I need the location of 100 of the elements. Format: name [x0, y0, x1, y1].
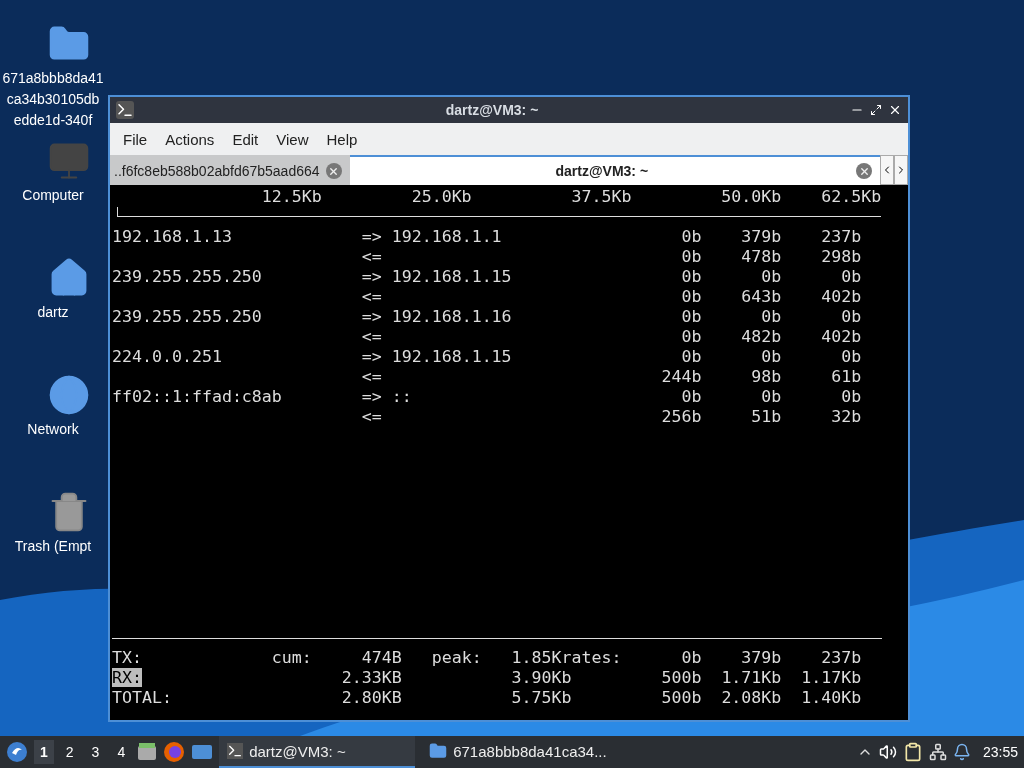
clock: 23:55 [982, 744, 1018, 760]
rate-value: 0b [841, 307, 862, 326]
cum-value: 474B [361, 648, 402, 667]
terminal-icon [116, 101, 134, 119]
direction-arrow: => [361, 267, 382, 286]
rate-value: 0b [761, 387, 782, 406]
direction-arrow: => [361, 307, 382, 326]
peer-address: 192.168.1.1 [391, 227, 502, 246]
cum-value: 2.80KB [341, 688, 402, 707]
rate-value: 237b [821, 227, 862, 246]
tab[interactable]: dartz@VM3: ~ [349, 155, 880, 185]
rate-value: 379b [741, 648, 782, 667]
scale-label: 25.0Kb [411, 187, 472, 206]
rate-value: 61b [831, 367, 862, 386]
rate-value: 0b [681, 347, 702, 366]
volume-icon[interactable] [878, 743, 897, 761]
peak-label: peak: [431, 648, 482, 667]
peer-address: 192.168.1.15 [391, 267, 512, 286]
direction-arrow: <= [361, 327, 382, 346]
rate-value: 0b [761, 347, 782, 366]
rate-value: 0b [681, 287, 702, 306]
direction-arrow: => [361, 347, 382, 366]
icon-label: Trash (Empt [14, 538, 92, 555]
workspace-button[interactable]: 3 [85, 740, 106, 764]
total-label: RX: [112, 668, 142, 687]
scale-label: 62.5Kb [821, 187, 882, 206]
peer-address: 192.168.1.15 [391, 347, 512, 366]
cum-label: cum: [271, 648, 312, 667]
scroll-right-button[interactable] [894, 155, 908, 185]
task-button[interactable]: 671a8bbb8da41ca34... [421, 736, 618, 768]
icon-label: Network [27, 421, 79, 438]
peer-address: 192.168.1.16 [391, 307, 512, 326]
rate-value: 643b [741, 287, 782, 306]
menu-item[interactable]: Help [317, 130, 367, 148]
rate-value: 402b [821, 287, 862, 306]
host-address: 239.255.255.250 [112, 307, 262, 326]
rate-value: 51b [751, 407, 782, 426]
rate-value: 0b [681, 307, 702, 326]
menu-item[interactable]: File [114, 130, 157, 148]
cum-value: 2.33KB [341, 668, 402, 687]
direction-arrow: <= [361, 367, 382, 386]
rate-value: 0b [681, 327, 702, 346]
rate-value: 1.71Kb [721, 668, 782, 687]
rate-value: 244b [661, 367, 702, 386]
icon-label: ca34b30105db [6, 91, 100, 108]
rate-value: 0b [761, 307, 782, 326]
host-address: ff02::1:ffad:c8ab [112, 387, 282, 406]
rate-value: 0b [681, 267, 702, 286]
folder-icon[interactable] [429, 742, 448, 760]
rate-value: 0b [841, 347, 862, 366]
peer-address: :: [391, 387, 412, 406]
terminal-icon[interactable] [227, 743, 244, 759]
direction-arrow: <= [361, 407, 382, 426]
scroll-left-button[interactable] [880, 155, 894, 185]
scale-label: 12.5Kb [261, 187, 322, 206]
rate-value: 500b [661, 668, 702, 687]
rate-value: 0b [681, 227, 702, 246]
icon-label: Computer [22, 187, 84, 204]
start-menu-icon[interactable] [6, 741, 28, 763]
direction-arrow: <= [361, 287, 382, 306]
rate-value: 0b [681, 247, 702, 266]
maximize-icon[interactable] [870, 104, 882, 116]
total-label: TOTAL: [112, 688, 172, 707]
direction-arrow: => [361, 387, 382, 406]
browser-icon[interactable] [163, 741, 186, 763]
workspace-button[interactable]: 4 [111, 740, 132, 764]
direction-arrow: <= [361, 247, 382, 266]
menu-item[interactable]: Actions [156, 130, 224, 148]
tab[interactable]: ..f6fc8eb588b02abfd67b5aad664 [110, 155, 350, 185]
icon-label: 671a8bbb8da41 [2, 70, 104, 87]
total-label: TX: [112, 648, 142, 667]
menu-item[interactable]: View [267, 130, 318, 148]
rate-value: 237b [821, 648, 862, 667]
notification-icon[interactable] [952, 743, 971, 761]
rate-value: 478b [741, 247, 782, 266]
task-button[interactable]: dartz@VM3: ~ [219, 736, 416, 768]
workspace-button[interactable]: 1 [34, 740, 54, 764]
rate-value: 0b [841, 267, 862, 286]
rate-value: 500b [661, 688, 702, 707]
close-icon[interactable] [888, 103, 902, 117]
rate-value: 0b [761, 267, 782, 286]
file-manager-icon[interactable] [137, 742, 158, 762]
scale-label: 37.5Kb [571, 187, 632, 206]
rate-value: 1.17Kb [801, 668, 862, 687]
rate-value: 298b [821, 247, 862, 266]
rate-value: 32b [831, 407, 862, 426]
rate-value: 0b [681, 648, 702, 667]
desktop-icon[interactable] [191, 743, 214, 761]
rate-value: 0b [681, 387, 702, 406]
scale-label: 50.0Kb [721, 187, 782, 206]
window-title: dartz@VM3: ~ [444, 102, 540, 118]
rate-value: 1.40Kb [801, 688, 862, 707]
rate-value: 256b [661, 407, 702, 426]
host-address: 192.168.1.13 [112, 227, 232, 246]
workspace-button[interactable]: 2 [59, 740, 80, 764]
icon-label: dartz [37, 304, 69, 321]
menu-item[interactable]: Edit [223, 130, 268, 148]
host-address: 239.255.255.250 [112, 267, 262, 286]
rate-value: 98b [751, 367, 782, 386]
host-address: 224.0.0.251 [112, 347, 222, 366]
